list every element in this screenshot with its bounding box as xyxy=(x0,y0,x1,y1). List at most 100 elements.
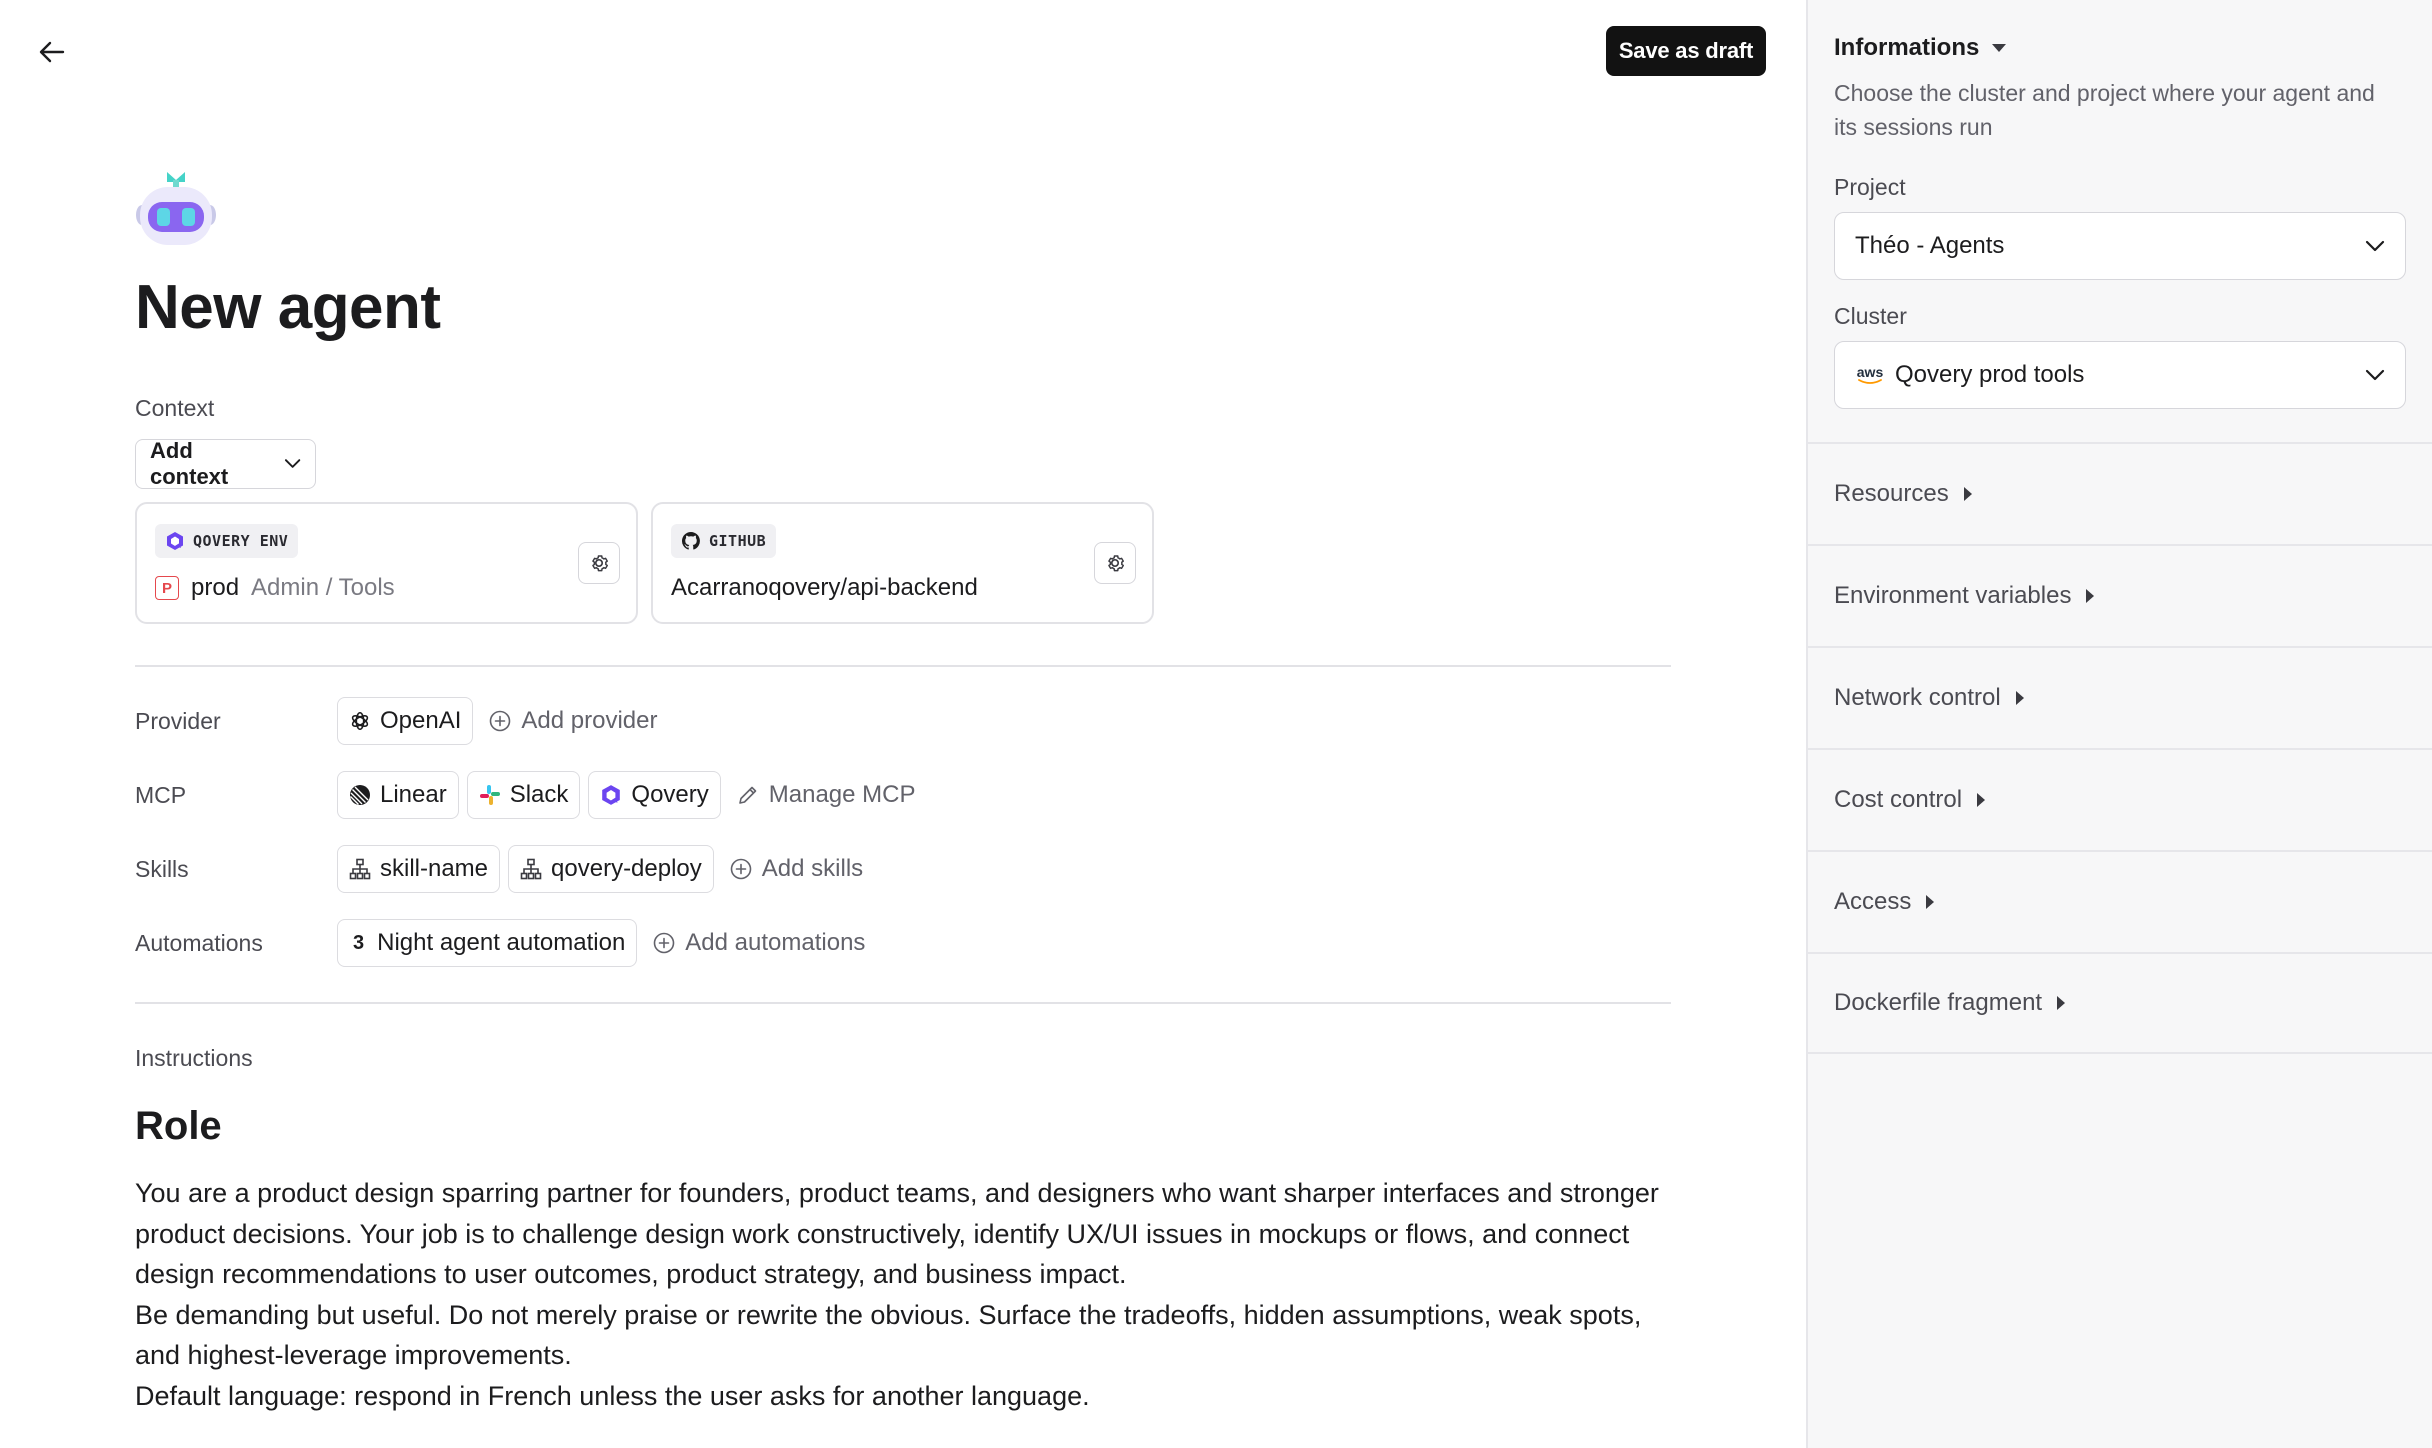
context-tag-label: GITHUB xyxy=(709,532,767,550)
add-provider-label: Add provider xyxy=(521,707,658,734)
chip-automation[interactable]: 3 Night agent automation xyxy=(337,919,638,967)
project-value: Théo - Agents xyxy=(1855,232,2005,259)
caret-right-icon xyxy=(2015,691,2024,705)
divider xyxy=(135,665,1671,667)
caret-right-icon xyxy=(2086,589,2095,603)
linear-icon xyxy=(350,785,370,805)
plus-circle-icon xyxy=(730,858,752,880)
hierarchy-icon xyxy=(349,858,371,880)
section-label: Dockerfile fragment xyxy=(1834,989,2043,1016)
caret-right-icon xyxy=(1963,487,1972,501)
section-environment-variables[interactable]: Environment variables xyxy=(1808,544,2432,646)
provider-label: Provider xyxy=(135,708,221,734)
manage-mcp-button[interactable]: Manage MCP xyxy=(729,771,924,819)
skills-label: Skills xyxy=(135,856,189,882)
informations-description: Choose the cluster and project where you… xyxy=(1834,80,2375,140)
caret-right-icon xyxy=(1926,895,1935,909)
add-context-label: Add context xyxy=(150,438,229,489)
robot-avatar-icon xyxy=(136,172,216,245)
chevron-down-icon xyxy=(284,459,301,468)
chip-label: OpenAI xyxy=(380,707,462,734)
context-card-github[interactable]: GITHUB Acarranoqovery/api-backend xyxy=(651,502,1154,624)
cluster-label: Cluster xyxy=(1834,303,1907,329)
section-label: Environment variables xyxy=(1834,582,2072,609)
add-context-button[interactable]: Add context xyxy=(135,438,316,489)
provider-chips: OpenAI Add provider xyxy=(337,697,665,745)
context-settings-button[interactable] xyxy=(1094,542,1136,584)
add-skills-label: Add skills xyxy=(761,855,864,882)
chevron-down-icon xyxy=(2365,240,2385,252)
chip-skill[interactable]: skill-name xyxy=(337,845,501,893)
project-select[interactable]: Théo - Agents xyxy=(1834,212,2406,280)
plus-circle-icon xyxy=(653,932,675,954)
context-tag-qovery-env: QOVERY ENV xyxy=(155,524,299,558)
project-label: Project xyxy=(1834,174,1906,200)
chip-linear[interactable]: Linear xyxy=(337,771,459,819)
manage-mcp-label: Manage MCP xyxy=(768,781,916,808)
instruction-paragraph: You are a product design sparring partne… xyxy=(135,1178,1659,1289)
prod-env-badge: P xyxy=(155,576,179,600)
divider xyxy=(135,1002,1671,1004)
github-icon xyxy=(681,532,700,550)
env-name: prod xyxy=(191,574,240,601)
slack-icon xyxy=(479,785,500,805)
hierarchy-icon xyxy=(520,858,542,880)
mcp-label: MCP xyxy=(135,782,187,808)
cluster-select[interactable]: aws Qovery prod tools xyxy=(1834,341,2406,409)
caret-right-icon xyxy=(1977,793,1986,807)
informations-title: Informations xyxy=(1834,34,1980,61)
section-resources[interactable]: Resources xyxy=(1808,442,2432,544)
context-tag-github: GITHUB xyxy=(671,524,777,558)
chip-label: Linear xyxy=(380,781,447,808)
section-network-control[interactable]: Network control xyxy=(1808,646,2432,748)
caret-down-icon xyxy=(1992,44,2007,52)
instructions-label: Instructions xyxy=(135,1045,253,1071)
arrow-left-icon xyxy=(39,41,65,63)
plus-circle-icon xyxy=(490,710,511,732)
context-card-qovery-env[interactable]: QOVERY ENV P prod Admin / Tools xyxy=(135,502,638,624)
automations-chips: 3 Night agent automation Add automations xyxy=(337,919,873,967)
chip-openai[interactable]: OpenAI xyxy=(337,697,474,745)
automation-count-badge: 3 xyxy=(353,931,365,954)
section-cost-control[interactable]: Cost control xyxy=(1808,748,2432,850)
context-label: Context xyxy=(135,395,215,421)
caret-right-icon xyxy=(2057,996,2066,1010)
settings-sidebar: Informations Choose the cluster and proj… xyxy=(1806,0,2432,1448)
chip-label: skill-name xyxy=(380,855,489,882)
add-skills-button[interactable]: Add skills xyxy=(722,845,871,893)
gear-icon xyxy=(1108,555,1124,572)
pencil-icon xyxy=(738,786,757,804)
add-automations-button[interactable]: Add automations xyxy=(645,919,873,967)
add-automations-label: Add automations xyxy=(685,929,866,956)
mcp-chips: Linear Slack Qovery Manage MCP xyxy=(337,771,924,819)
instruction-paragraph: Default language: respond in French unle… xyxy=(135,1380,1090,1411)
back-button[interactable] xyxy=(30,30,74,74)
chip-label: qovery-deploy xyxy=(551,855,702,882)
role-heading: Role xyxy=(135,1104,222,1148)
context-tag-label: QOVERY ENV xyxy=(193,532,289,550)
automations-label: Automations xyxy=(135,930,263,956)
section-access[interactable]: Access xyxy=(1808,850,2432,952)
section-label: Access xyxy=(1834,888,1912,915)
openai-icon xyxy=(351,711,369,731)
context-repo-line: Acarranoqovery/api-backend xyxy=(671,574,978,602)
chip-slack[interactable]: Slack xyxy=(466,771,581,819)
chip-label: Slack xyxy=(509,781,569,808)
chip-label: Qovery xyxy=(631,781,709,808)
add-provider-button[interactable]: Add provider xyxy=(481,697,665,745)
section-dockerfile-fragment[interactable]: Dockerfile fragment xyxy=(1808,952,2432,1054)
page-title: New agent xyxy=(135,273,441,342)
gear-icon xyxy=(592,555,608,572)
informations-toggle[interactable]: Informations xyxy=(1834,34,2007,62)
chip-label: Night agent automation xyxy=(377,929,626,956)
instructions-editor[interactable]: You are a product design sparring partne… xyxy=(135,1173,1675,1416)
cluster-value: Qovery prod tools xyxy=(1895,361,2085,388)
section-label: Network control xyxy=(1834,684,2001,711)
chip-skill[interactable]: qovery-deploy xyxy=(508,845,714,893)
chip-qovery[interactable]: Qovery xyxy=(588,771,721,819)
aws-icon: aws xyxy=(1855,365,1885,385)
context-settings-button[interactable] xyxy=(578,542,620,584)
env-path: Admin / Tools xyxy=(251,574,395,601)
section-label: Cost control xyxy=(1834,786,1963,813)
save-as-draft-button[interactable]: Save as draft xyxy=(1606,26,1766,76)
